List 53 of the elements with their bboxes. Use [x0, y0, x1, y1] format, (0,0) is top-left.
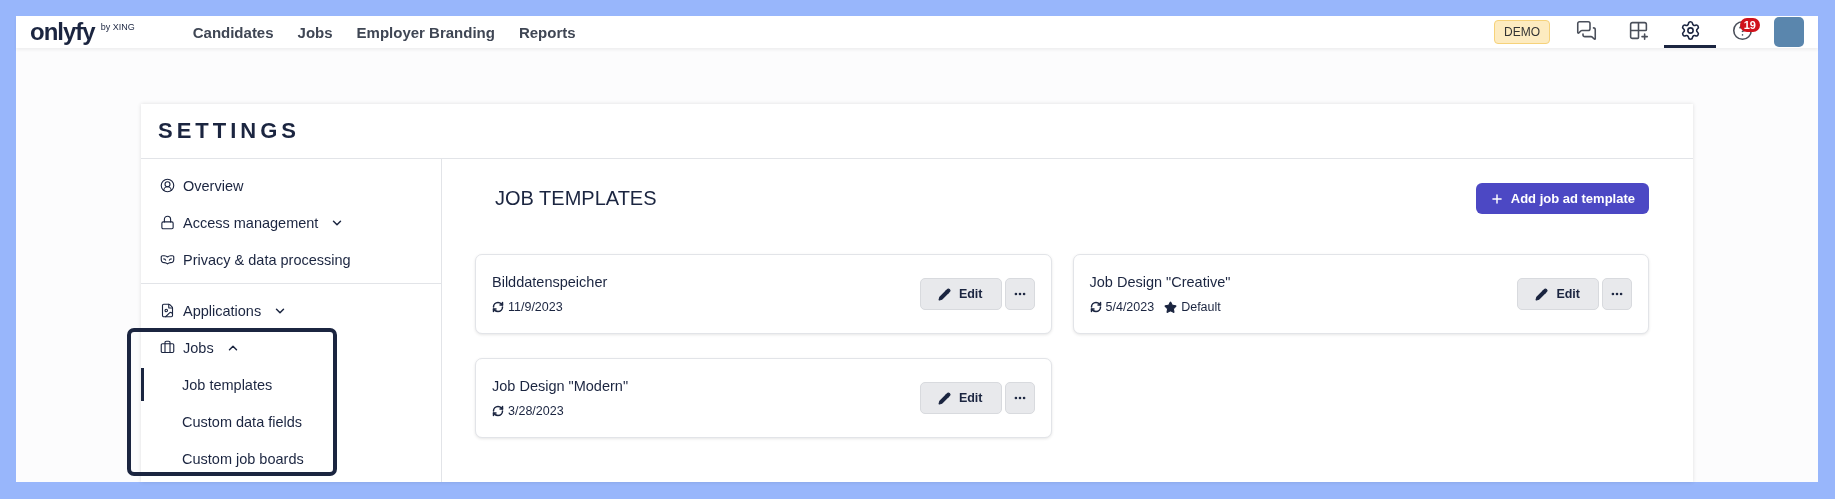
sidebar-item-label: Applications — [183, 302, 262, 319]
sidebar-subitem[interactable]: Job templates — [182, 376, 273, 393]
chat-icon — [1575, 20, 1597, 41]
template-date: 5/4/2023 — [1105, 300, 1155, 314]
lock-icon — [160, 215, 175, 230]
apps-icon — [1627, 20, 1649, 41]
pencil-icon — [1535, 287, 1549, 301]
pencil-icon — [937, 287, 951, 301]
section-heading: JOB TEMPLATES — [495, 187, 657, 210]
default-label: Default — [1181, 300, 1221, 314]
template-date: 11/9/2023 — [508, 300, 563, 314]
sidebar-item[interactable]: Applications — [141, 292, 441, 329]
sidebar-item-label: Jobs — [183, 339, 214, 356]
sidebar-subitem[interactable]: Custom data fields — [182, 413, 303, 430]
sidebar-item[interactable]: Overview — [141, 167, 441, 204]
more-button[interactable] — [1004, 278, 1035, 310]
sidebar-item[interactable]: Privacy & data processing — [141, 241, 441, 278]
nav-link[interactable]: Employer Branding — [356, 23, 495, 41]
template-name: Job Design "Creative" — [1089, 274, 1231, 290]
logo[interactable]: onlyfy — [30, 20, 95, 44]
pencil-icon — [937, 391, 951, 405]
settings-icon — [1679, 20, 1701, 41]
notification-count: 19 — [1739, 18, 1760, 32]
add-template-button[interactable]: Add job ad template — [1475, 183, 1649, 214]
sidebar-item[interactable]: Access management — [141, 204, 441, 241]
page-title: SETTINGS — [141, 104, 1693, 159]
more-button[interactable] — [1004, 382, 1035, 414]
sidebar-item-label: Privacy & data processing — [183, 251, 351, 268]
sidebar-item-label: Access management — [183, 214, 319, 231]
template-name: Job Design "Modern" — [492, 378, 629, 394]
refresh-icon — [492, 405, 504, 417]
help-button[interactable]: 19 — [1716, 16, 1768, 48]
template-date: 3/28/2023 — [508, 404, 564, 418]
edit-button[interactable]: Edit — [1517, 278, 1599, 310]
avatar-image[interactable] — [1774, 17, 1804, 47]
nav-link[interactable]: Jobs — [297, 23, 333, 41]
refresh-icon — [1089, 301, 1102, 313]
sidebar-subitem[interactable]: Custom job boards — [182, 450, 304, 467]
more-button[interactable] — [1602, 278, 1632, 310]
briefcase-icon — [160, 340, 175, 355]
edit-button[interactable]: Edit — [919, 278, 1002, 310]
sidebar-item[interactable]: Jobs — [141, 329, 441, 366]
logo-byline: by XING — [100, 22, 135, 32]
demo-badge: DEMO — [1494, 20, 1550, 44]
refresh-icon — [492, 301, 504, 313]
document-icon — [160, 303, 175, 318]
edit-button[interactable]: Edit — [919, 382, 1002, 414]
sidebar-item-label: Overview — [183, 177, 244, 194]
nav-link[interactable]: Candidates — [192, 23, 274, 41]
plus-icon — [1489, 191, 1504, 206]
template-name: Bilddatenspeicher — [492, 274, 608, 290]
nav-link[interactable]: Reports — [518, 23, 576, 41]
user-circle-icon — [160, 178, 175, 193]
